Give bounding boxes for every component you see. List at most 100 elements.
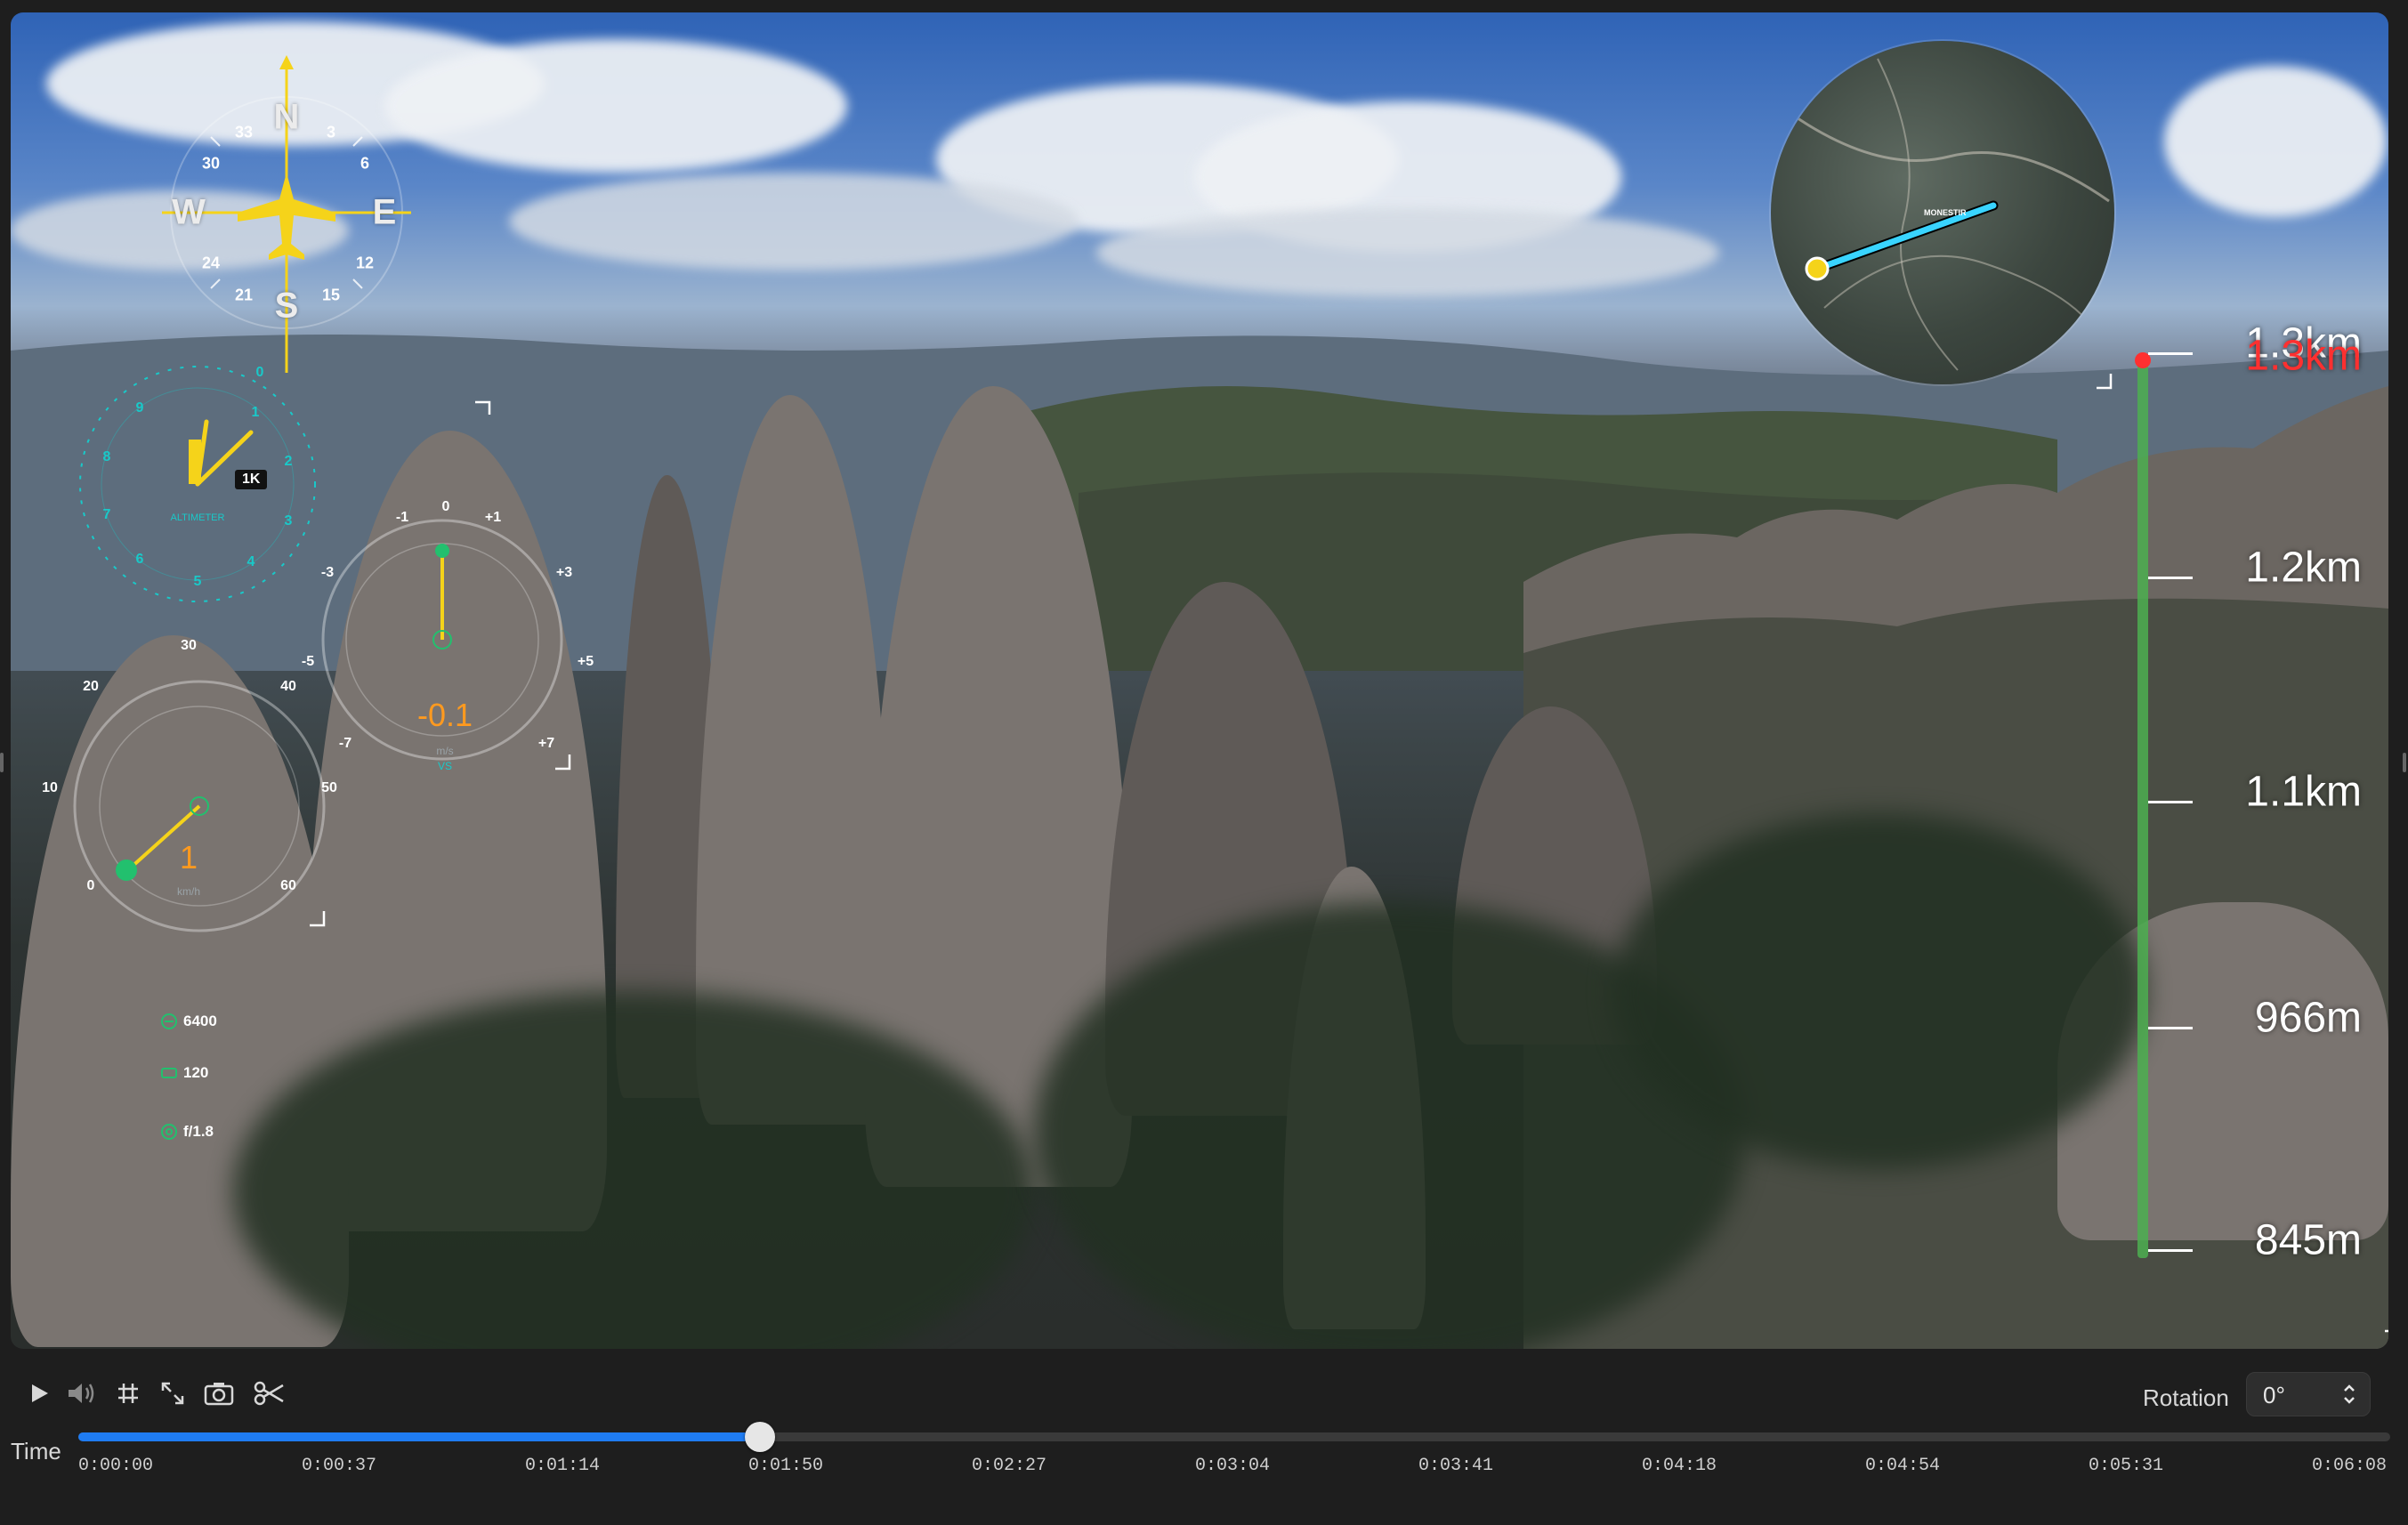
cloud	[1096, 208, 1719, 297]
altimeter-number: 8	[102, 449, 111, 464]
timeline-tick-label: 0:01:14	[524, 1456, 601, 1476]
cloud	[384, 39, 847, 173]
compass-tick: 3	[326, 123, 336, 141]
iso-value: 6400	[183, 1013, 217, 1029]
volume-icon	[69, 1384, 94, 1403]
timeline-thumb[interactable]	[745, 1422, 776, 1452]
compass-tick: 15	[321, 286, 341, 304]
altitude-tick	[2148, 1027, 2193, 1029]
aircraft-icon	[238, 173, 335, 260]
camera-icon	[204, 1383, 234, 1406]
frame-corner	[2097, 374, 2113, 390]
altimeter-caption: ALTIMETER	[170, 512, 225, 523]
rotation-select[interactable]: 0°	[2246, 1372, 2371, 1416]
compass-north: N	[273, 97, 300, 137]
snapshot-button[interactable]	[201, 1376, 237, 1411]
fullscreen-button[interactable]	[155, 1376, 190, 1411]
iso-info: 6400	[160, 1013, 217, 1030]
frame-corner	[2385, 1329, 2388, 1333]
altimeter-number: 6	[135, 552, 144, 567]
compass-tick: 6	[360, 154, 370, 173]
shutter-value: 120	[183, 1064, 209, 1081]
vertical-speed-caption: VS	[437, 760, 453, 772]
cloud	[2164, 66, 2387, 217]
speed-tick: 60	[280, 878, 296, 893]
compass-east: E	[372, 192, 397, 232]
frame-corner	[475, 400, 491, 415]
compass-tick: 24	[201, 254, 221, 272]
vs-tick: +3	[555, 565, 573, 580]
altitude-tick	[2148, 801, 2193, 803]
altimeter-badge: 1K	[235, 470, 268, 489]
altitude-bar	[2137, 358, 2148, 1258]
video-viewport[interactable]: N E S W 3 6 12 15 21 24 30 33 1K ALTIMET…	[11, 12, 2388, 1349]
minimap[interactable]: MONESTIR	[1771, 41, 2114, 384]
trim-button[interactable]	[251, 1376, 287, 1411]
timeline-tick-label: 0:00:00	[77, 1456, 154, 1476]
vs-tick: +7	[537, 736, 555, 751]
scissors-icon	[254, 1381, 284, 1406]
altitude-current-label: 1.3km	[2245, 332, 2362, 380]
timeline-progress	[78, 1432, 761, 1441]
altimeter-number: 3	[284, 513, 293, 529]
timeline-tick-label: 0:00:37	[301, 1456, 377, 1476]
altitude-label: 845m	[2254, 1216, 2362, 1264]
compass-tick: 30	[201, 154, 221, 173]
aperture-value: f/1.8	[183, 1123, 214, 1140]
grid-icon	[118, 1384, 138, 1403]
speed-tick: 40	[280, 679, 296, 694]
altimeter-number: 9	[135, 400, 144, 416]
forest-shadow	[1612, 813, 2146, 1169]
chevron-updown-icon	[2344, 1384, 2355, 1404]
play-icon	[32, 1384, 48, 1402]
compass-west: W	[172, 192, 206, 232]
cloud	[509, 173, 1079, 270]
time-label: Time	[11, 1438, 61, 1464]
speed-tick: 20	[83, 679, 99, 694]
rotation-label: Rotation	[2143, 1384, 2229, 1411]
frame-corner	[555, 754, 571, 771]
speed-tick: 50	[321, 780, 337, 795]
shutter-info: 120	[160, 1064, 208, 1082]
altimeter-widget	[79, 366, 316, 602]
vertical-speed-value: -0.1	[416, 697, 473, 733]
compass-tick: 33	[234, 123, 254, 141]
fullscreen-icon	[161, 1382, 184, 1405]
altimeter-number: 7	[102, 507, 111, 522]
compass-tick: 12	[355, 254, 375, 272]
vs-tick: -5	[301, 654, 315, 669]
volume-button[interactable]	[64, 1376, 100, 1411]
vs-tick: 0	[441, 499, 450, 514]
altimeter-number: 4	[246, 554, 255, 569]
left-resize-handle[interactable]	[0, 753, 4, 772]
speed-tick: 30	[181, 638, 197, 653]
speed-tick: 0	[86, 878, 95, 893]
iso-icon	[160, 1013, 178, 1030]
timeline-tick-label: 0:04:54	[1864, 1456, 1941, 1476]
timeline-tick-label: 0:03:41	[1418, 1456, 1494, 1476]
compass-tick: 21	[234, 286, 254, 304]
play-button[interactable]	[21, 1376, 57, 1411]
minimap-label: MONESTIR	[1924, 208, 1967, 217]
timeline-tick-label: 0:03:04	[1194, 1456, 1271, 1476]
vs-tick: -7	[338, 736, 352, 751]
vs-tick: -1	[395, 510, 409, 525]
altitude-tick	[2148, 352, 2193, 355]
altimeter-number: 1	[251, 405, 260, 420]
compass-south: S	[274, 286, 299, 326]
grid-button[interactable]	[110, 1376, 146, 1411]
altitude-tick	[2148, 577, 2193, 579]
timeline-tick-label: 0:06:08	[2311, 1456, 2388, 1476]
altimeter-number: 5	[193, 574, 202, 589]
rotation-value: 0°	[2263, 1382, 2285, 1408]
speed-unit: km/h	[176, 885, 201, 898]
vs-tick: +5	[577, 654, 594, 669]
timeline-tick-label: 0:01:50	[747, 1456, 824, 1476]
speed-tick: 10	[42, 780, 58, 795]
right-resize-handle[interactable]	[2403, 753, 2406, 772]
timeline-tick-label: 0:04:18	[1641, 1456, 1717, 1476]
player-controls: Rotation 0° Time 0:00:00 0:00:37 0:01:14 0:…	[0, 1349, 2408, 1525]
timeline-tick-label: 0:02:27	[971, 1456, 1047, 1476]
timeline-scrubber[interactable]	[78, 1422, 2390, 1452]
altitude-tick	[2148, 1249, 2193, 1252]
